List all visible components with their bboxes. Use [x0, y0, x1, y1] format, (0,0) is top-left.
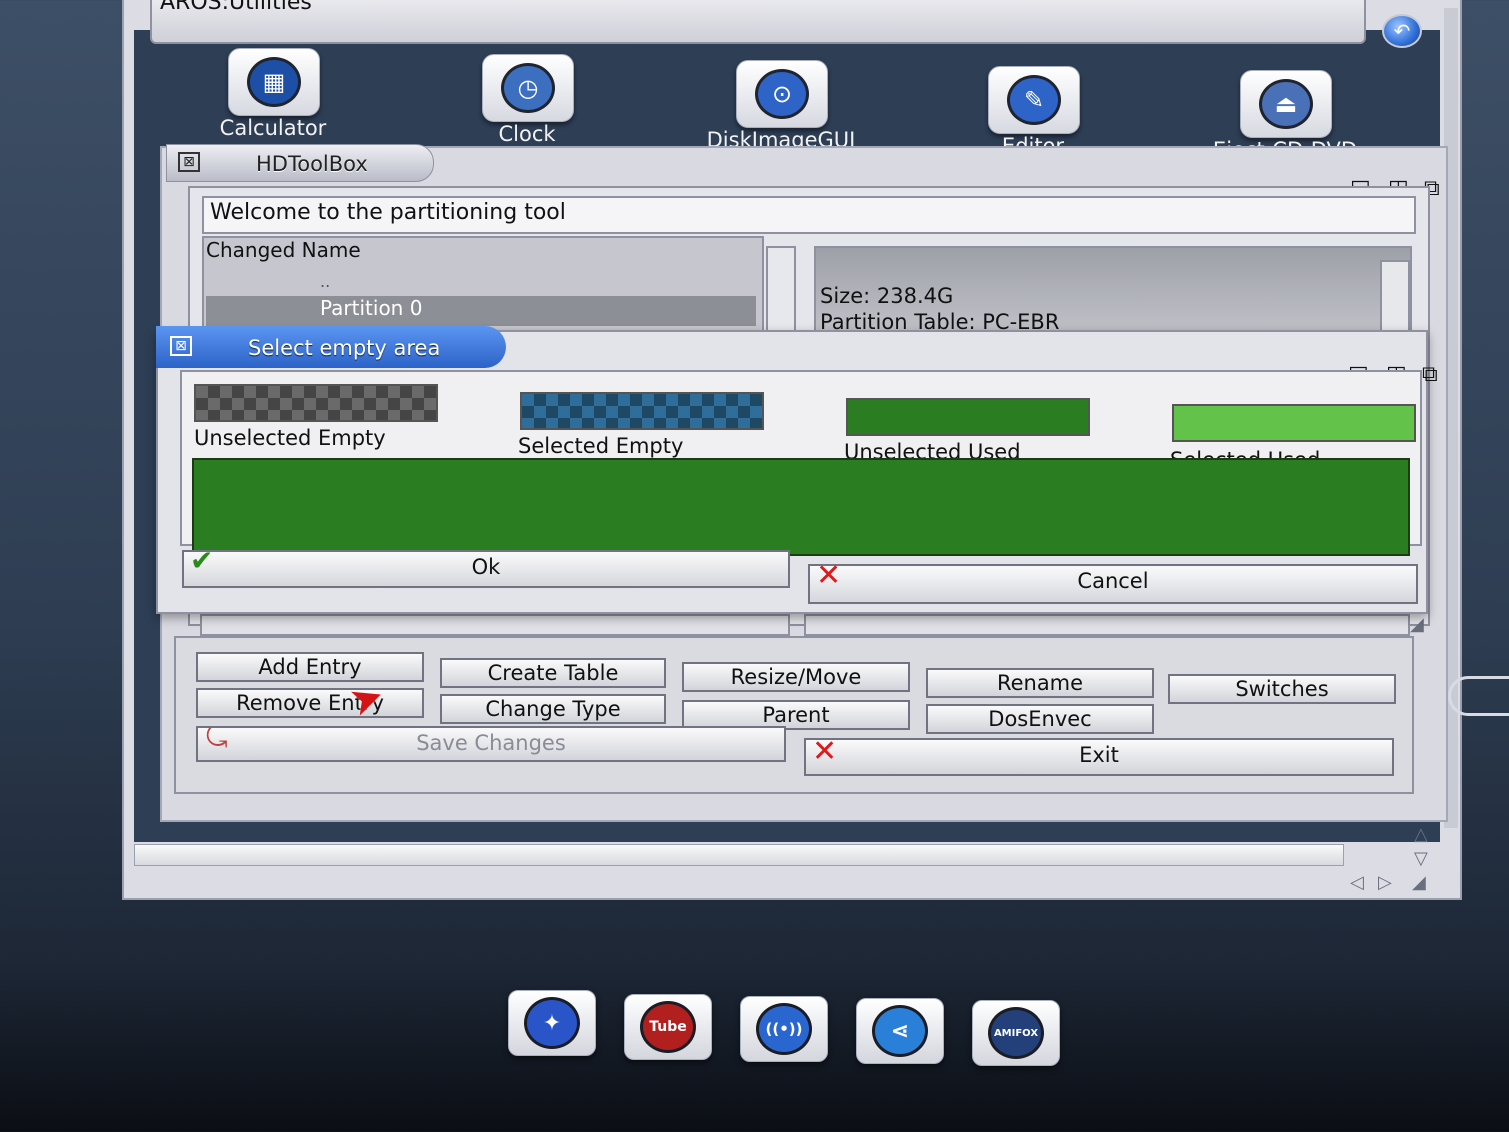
resize-corner-icon[interactable]: ◢ — [1412, 872, 1426, 893]
legend-swatch-unselected-empty — [194, 384, 438, 422]
scroll-up-icon[interactable]: △ — [1414, 824, 1428, 845]
create-table-button[interactable]: Create Table — [440, 658, 666, 688]
wireless-icon[interactable]: ((•)) — [740, 996, 828, 1062]
cancel-button[interactable]: Cancel — [808, 564, 1418, 604]
legend-swatch-unselected-used — [846, 398, 1090, 436]
resize-corner-icon[interactable]: ◢ — [1410, 614, 1424, 635]
depth-icon[interactable]: ⧉ — [1422, 362, 1438, 387]
ok-button[interactable]: Ok — [182, 550, 790, 588]
close-icon[interactable]: ⊠ — [170, 336, 192, 356]
partition-map[interactable] — [192, 458, 1410, 556]
tube-icon[interactable]: Tube — [624, 994, 712, 1060]
save-disk-icon: ⤿ — [206, 724, 228, 754]
scroll-left-icon[interactable]: ◁ — [1350, 872, 1364, 893]
info-size: Size: 238.4G — [820, 284, 954, 308]
compass-icon[interactable]: ✦ — [508, 990, 596, 1056]
scroll-right-icon[interactable]: ▷ — [1378, 872, 1392, 893]
switches-button[interactable]: Switches — [1168, 674, 1396, 704]
field-bar — [804, 614, 1410, 636]
app-label: Calculator — [219, 116, 327, 140]
utilities-path-bar[interactable] — [150, 0, 1366, 44]
resize-move-button[interactable]: Resize/Move — [682, 662, 910, 692]
list-item-label: Partition 0 — [320, 296, 423, 320]
back-arrow-icon[interactable]: ↶ — [1382, 14, 1422, 48]
app-editor[interactable]: ✎ Editor — [988, 66, 1133, 158]
list-item-selected[interactable] — [206, 296, 756, 326]
close-icon[interactable]: ⊠ — [178, 152, 200, 172]
dosenvec-button[interactable]: DosEnvec — [926, 704, 1154, 734]
change-type-button[interactable]: Change Type — [440, 694, 666, 724]
utilities-horizontal-scrollbar[interactable] — [134, 844, 1344, 866]
legend-label: Selected Empty — [518, 434, 684, 458]
field-bar — [200, 614, 790, 636]
calculator-icon: ▦ — [228, 48, 320, 116]
hdtoolbox-title: HDToolBox — [256, 152, 368, 176]
utilities-path: AROS:Utilities — [160, 0, 312, 15]
legend-label: Unselected Empty — [194, 426, 386, 450]
app-diskimagegui[interactable]: ⊙ DiskImageGUI — [707, 60, 881, 152]
desktop-decoration — [1448, 676, 1509, 716]
scroll-down-icon[interactable]: ▽ — [1414, 848, 1428, 869]
cross-icon: ✕ — [812, 734, 838, 769]
app-label: Clock — [498, 122, 556, 146]
amifox-icon[interactable]: AMIFOX — [972, 1000, 1060, 1066]
app-calculator[interactable]: ▦ Calculator — [220, 48, 373, 140]
checkmark-icon: ✔ — [190, 544, 214, 577]
disk-image-icon: ⊙ — [736, 60, 828, 128]
editor-icon: ✎ — [988, 66, 1080, 134]
clock-icon: ◷ — [482, 54, 574, 122]
list-header-changed-name[interactable]: Changed Name — [206, 238, 361, 262]
rename-button[interactable]: Rename — [926, 668, 1154, 698]
legend-swatch-selected-empty — [520, 392, 764, 430]
legend-swatch-selected-used — [1172, 404, 1416, 442]
share-icon[interactable]: ⋖ — [856, 998, 944, 1064]
add-entry-button[interactable]: Add Entry — [196, 652, 424, 682]
save-changes-button[interactable]: Save Changes — [196, 726, 786, 762]
exit-button[interactable]: Exit — [804, 738, 1394, 776]
eject-cd-icon: ⏏ — [1240, 70, 1332, 138]
list-item-parent[interactable]: .. — [320, 272, 330, 291]
select-dialog-title: Select empty area — [248, 336, 441, 360]
app-clock[interactable]: ◷ Clock — [482, 54, 627, 146]
cross-icon: ✕ — [816, 558, 842, 593]
welcome-text: Welcome to the partitioning tool — [202, 196, 1416, 234]
